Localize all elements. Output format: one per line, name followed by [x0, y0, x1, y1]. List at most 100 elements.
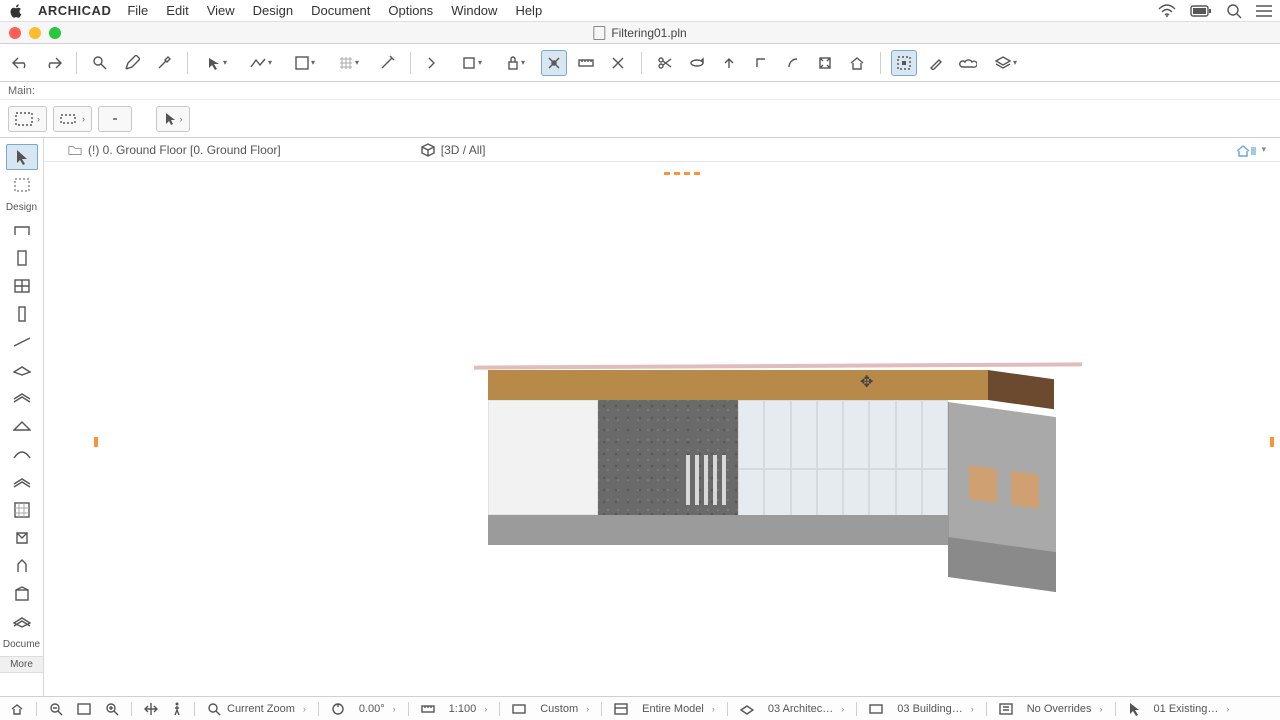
column-palette[interactable]: [6, 301, 38, 327]
zoom-field[interactable]: Current Zoom›: [203, 702, 310, 716]
close-window[interactable]: [9, 27, 21, 39]
overrides-field[interactable]: No Overrides›: [1023, 703, 1107, 715]
zoom-in-button[interactable]: [101, 700, 123, 718]
minimize-window[interactable]: [29, 27, 41, 39]
arrow-mode-drop[interactable]: ▾: [198, 50, 236, 76]
morph-palette[interactable]: [6, 525, 38, 551]
zone-palette[interactable]: [6, 581, 38, 607]
redo-button[interactable]: [40, 50, 66, 76]
door-palette[interactable]: [6, 245, 38, 271]
marquee-tool[interactable]: [6, 172, 38, 198]
zoom-out-button[interactable]: [45, 700, 67, 718]
cloud-tool[interactable]: [955, 50, 981, 76]
corner-tool[interactable]: [748, 50, 774, 76]
pick-button[interactable]: [87, 50, 113, 76]
stair-palette[interactable]: [6, 385, 38, 411]
mesh-palette[interactable]: [6, 469, 38, 495]
rect-mode-drop[interactable]: ▾: [286, 50, 324, 76]
expand-tool[interactable]: [812, 50, 838, 76]
house-icon[interactable]: [1235, 143, 1257, 157]
walk-button[interactable]: [168, 700, 186, 718]
main-label: Main:: [8, 85, 35, 97]
menu-design[interactable]: Design: [253, 3, 293, 18]
viewport-3d[interactable]: ✥: [44, 162, 1280, 696]
menu-file[interactable]: File: [127, 3, 148, 18]
marquee-rect-tool[interactable]: ›: [8, 106, 47, 132]
building-button[interactable]: [865, 700, 887, 718]
beam-palette[interactable]: [6, 329, 38, 355]
arc-tool[interactable]: [780, 50, 806, 76]
shell-palette[interactable]: [6, 441, 38, 467]
curtain-palette[interactable]: [6, 497, 38, 523]
scale-button[interactable]: [417, 700, 439, 718]
eyedrop-button[interactable]: [151, 50, 177, 76]
model-button[interactable]: [610, 700, 632, 718]
connection-tool[interactable]: [541, 50, 567, 76]
display-button[interactable]: [508, 700, 530, 718]
line-mode-drop[interactable]: ▾: [242, 50, 280, 76]
measure-tool[interactable]: [573, 50, 599, 76]
menu-document[interactable]: Document: [311, 3, 370, 18]
more-label[interactable]: More: [0, 656, 43, 673]
pan-button[interactable]: [140, 700, 162, 718]
up-tool[interactable]: [716, 50, 742, 76]
menu-help[interactable]: Help: [515, 3, 542, 18]
roof-palette[interactable]: [6, 413, 38, 439]
menu-icon[interactable]: [1256, 5, 1272, 17]
floor-tab[interactable]: (!) 0. Ground Floor [0. Ground Floor]: [88, 143, 281, 157]
layers-drop[interactable]: ▾: [987, 50, 1025, 76]
marquee-poly-tool[interactable]: ›: [53, 106, 92, 132]
frame-sel-tool[interactable]: [891, 50, 917, 76]
object-palette[interactable]: [6, 553, 38, 579]
toolbox: Design Docume More: [0, 138, 44, 696]
cursor-cross-icon: ✥: [860, 372, 873, 392]
mesh2-palette[interactable]: [6, 609, 38, 635]
existing-value: 01 Existing…: [1154, 703, 1219, 715]
grid-drop[interactable]: ▾: [330, 50, 368, 76]
lock-drop[interactable]: ▾: [497, 50, 535, 76]
menu-window[interactable]: Window: [451, 3, 497, 18]
architec-button[interactable]: [736, 700, 758, 718]
menu-options[interactable]: Options: [388, 3, 433, 18]
angle-value: 0.00°: [359, 703, 385, 715]
view3d-tab[interactable]: [3D / All]: [441, 143, 486, 157]
window-palette[interactable]: [6, 273, 38, 299]
slab-palette[interactable]: [6, 357, 38, 383]
window-title: Filtering01.pln: [593, 26, 686, 40]
apple-icon[interactable]: [8, 3, 24, 19]
custom-field[interactable]: Custom›: [536, 703, 593, 715]
fit-button[interactable]: [73, 700, 95, 718]
box-drop[interactable]: ▾: [453, 50, 491, 76]
orbit-tool[interactable]: [684, 50, 710, 76]
arrow-tool[interactable]: [6, 144, 38, 170]
architec-field[interactable]: 03 Architec…›: [764, 703, 848, 715]
overrides-button[interactable]: [995, 700, 1017, 718]
pencil-tool[interactable]: [923, 50, 949, 76]
existing-button[interactable]: [1124, 700, 1144, 718]
wand-button[interactable]: [374, 50, 400, 76]
menu-view[interactable]: View: [207, 3, 235, 18]
scale-field[interactable]: 1:100›: [445, 703, 492, 715]
orient-button[interactable]: [327, 700, 349, 718]
home-view-button[interactable]: [6, 700, 28, 718]
building-field[interactable]: 03 Building…›: [893, 703, 977, 715]
wall-palette[interactable]: [6, 217, 38, 243]
wall-tool[interactable]: [421, 50, 447, 76]
menu-edit[interactable]: Edit: [166, 3, 188, 18]
search-icon[interactable]: [1226, 3, 1242, 19]
link-tool[interactable]: [98, 106, 132, 132]
zoom-window[interactable]: [49, 27, 61, 39]
chevron-down-icon[interactable]: ▾: [1261, 144, 1266, 155]
scissor-tool[interactable]: [652, 50, 678, 76]
undo-button[interactable]: [8, 50, 34, 76]
battery-icon[interactable]: [1190, 5, 1212, 17]
cursor-mode[interactable]: ›: [156, 106, 190, 132]
existing-field[interactable]: 01 Existing…›: [1150, 703, 1234, 715]
home-tool[interactable]: [844, 50, 870, 76]
entire-field[interactable]: Entire Model›: [638, 703, 719, 715]
pen-button[interactable]: [119, 50, 145, 76]
angle-field[interactable]: 0.00°›: [355, 703, 400, 715]
marker-left: [94, 437, 98, 447]
wifi-icon[interactable]: [1158, 4, 1176, 18]
cut-tool[interactable]: [605, 50, 631, 76]
